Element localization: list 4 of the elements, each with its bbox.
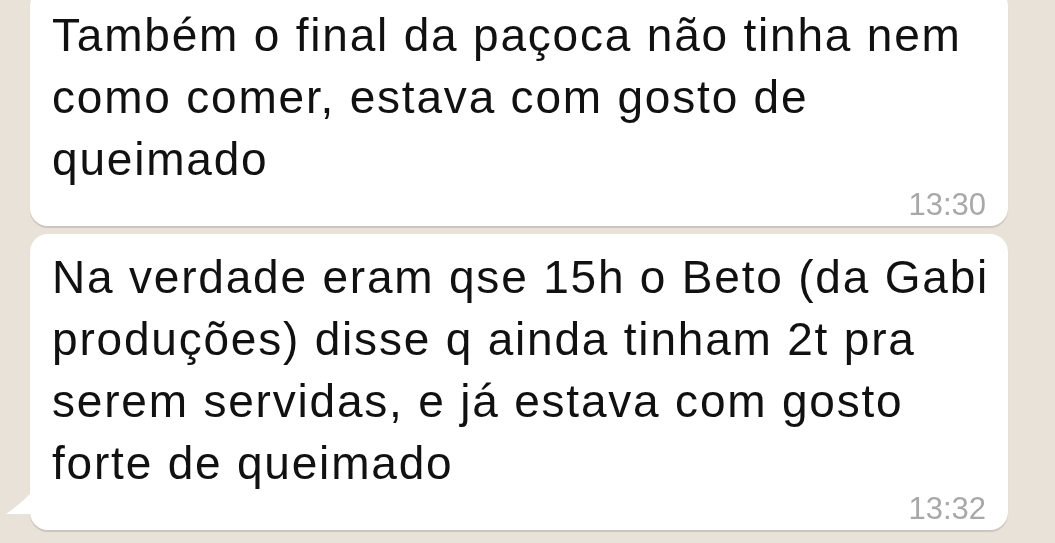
message-text: Na verdade eram qse 15h o Beto (da Gabi produções) disse q ainda tinham 2t pra serem servidas, e já estava com gosto forte de queimado [52, 250, 991, 491]
message-text: Também o final da paçoca não tinha nem como comer, estava com gosto de queimado [52, 8, 963, 187]
message-time: 13:30 [908, 190, 986, 220]
message-time: 13:32 [908, 494, 986, 524]
